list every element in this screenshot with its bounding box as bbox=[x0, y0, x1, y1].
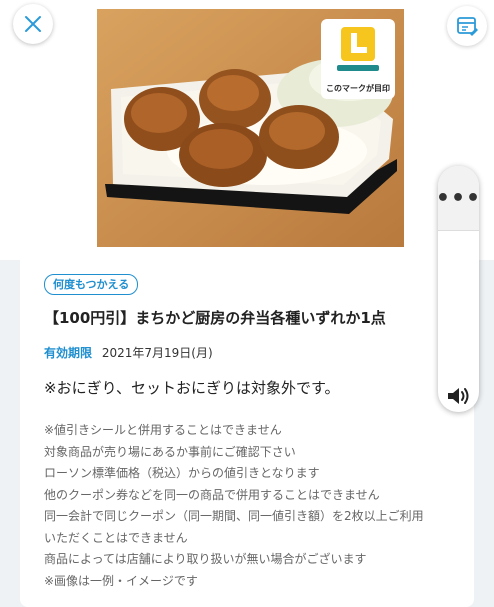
terms-line: 対象商品が売り場にあるか事前にご確認下さい bbox=[44, 444, 296, 459]
validity-label: 有効期限 bbox=[44, 346, 93, 360]
validity-date: 2021年7月19日(月) bbox=[101, 346, 213, 360]
more-options-button[interactable]: ••• bbox=[435, 166, 482, 230]
terms-list: ※値引きシールと併用することはできません 対象商品が売り場にあるか事前にご確認下… bbox=[44, 420, 464, 592]
floating-control-panel: ••• bbox=[435, 166, 482, 412]
coupon-memo-icon bbox=[457, 17, 478, 36]
coupon-title: 【100円引】まちかど厨房の弁当各種いずれか1点 bbox=[44, 309, 386, 327]
more-icon: ••• bbox=[435, 185, 482, 211]
terms-line: いただくことはできません bbox=[44, 530, 188, 545]
terms-line: 他のクーポン券などを同一の商品で併用することはできません bbox=[44, 487, 380, 502]
bento-illustration bbox=[97, 9, 404, 247]
speaker-button[interactable] bbox=[446, 384, 472, 412]
terms-line: 同一会計で同じクーポン（同一期間、同一値引き額）を2枚以上ご利用 bbox=[44, 509, 424, 523]
close-button[interactable] bbox=[13, 4, 53, 44]
speaker-icon bbox=[448, 388, 469, 404]
terms-line: 商品によっては店舗により取り扱いが無い場合がございます bbox=[44, 552, 367, 566]
terms-line: ※値引きシールと併用することはできません bbox=[44, 423, 282, 437]
panel-divider bbox=[438, 230, 479, 231]
coupon-card: 何度もつかえる 【100円引】まちかど厨房の弁当各種いずれか1点 有効期限 20… bbox=[20, 247, 474, 607]
mark-caption: このマークが目印 bbox=[326, 84, 390, 93]
coupon-memo-button[interactable] bbox=[447, 6, 487, 46]
product-photo: このマークが目印 bbox=[97, 9, 404, 247]
reusable-badge: 何度もつかえる bbox=[44, 274, 139, 295]
terms-line: ローソン標準価格（税込）からの値引きとなります bbox=[44, 466, 320, 480]
exclusion-note: ※おにぎり、セットおにぎりは対象外です。 bbox=[44, 379, 340, 397]
validity: 有効期限 2021年7月19日(月) bbox=[44, 344, 213, 361]
close-icon bbox=[25, 16, 41, 32]
terms-line: ※画像は一例・イメージです bbox=[44, 573, 198, 588]
